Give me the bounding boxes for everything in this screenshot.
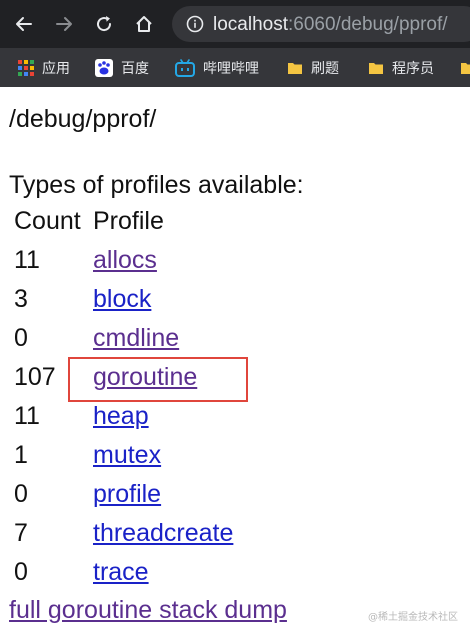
page-path-heading: /debug/pprof/	[9, 105, 157, 133]
bilibili-icon	[175, 58, 195, 77]
profile-link-heap[interactable]: heap	[93, 402, 149, 431]
reload-button[interactable]	[89, 9, 119, 39]
baidu-icon	[95, 58, 113, 77]
apps-grid-icon	[18, 59, 34, 76]
forward-arrow-icon	[56, 17, 72, 31]
profile-count: 11	[14, 246, 40, 274]
profile-count: 0	[14, 480, 28, 508]
page-content: /debug/pprof/ Types of profiles availabl…	[0, 87, 470, 636]
profile-link-threadcreate[interactable]: threadcreate	[93, 519, 233, 548]
bookmark-label: 哔哩哔哩	[203, 59, 259, 76]
bookmark-folder-chengxuyuan[interactable]: 程序员	[368, 48, 434, 87]
url-path: :6060/debug/pprof/	[288, 14, 448, 35]
url-host: localhost	[213, 14, 288, 35]
profile-link-allocs[interactable]: allocs	[93, 246, 157, 275]
bookmark-folder-shuati[interactable]: 刷题	[287, 48, 339, 87]
profile-link-trace[interactable]: trace	[93, 558, 149, 587]
profiles-heading: Types of profiles available:	[9, 171, 304, 199]
url-text: localhost:6060/debug/pprof/	[213, 14, 448, 36]
bookmark-label: 刷题	[311, 59, 339, 76]
profile-count: 11	[14, 402, 40, 430]
browser-toolbar: localhost:6060/debug/pprof/	[0, 0, 470, 48]
bookmark-apps[interactable]: 应用	[18, 48, 70, 87]
profile-link-mutex[interactable]: mutex	[93, 441, 161, 470]
profile-count: 7	[14, 519, 28, 547]
reload-icon	[97, 16, 112, 32]
count-column-header: Count	[14, 207, 81, 235]
back-button[interactable]	[9, 9, 39, 39]
bookmarks-bar: 应用 百度 哔哩哔哩 刷题 程序员	[0, 48, 470, 87]
bookmark-label: 应用	[42, 59, 70, 76]
goroutine-highlight-box	[68, 357, 248, 402]
forward-button[interactable]	[49, 9, 79, 39]
profile-count: 3	[14, 285, 28, 313]
bookmark-folder-overflow[interactable]	[460, 48, 470, 87]
info-icon[interactable]	[186, 15, 204, 33]
bookmark-bilibili[interactable]: 哔哩哔哩	[175, 48, 259, 87]
back-arrow-icon	[16, 17, 32, 31]
profile-count: 0	[14, 324, 28, 352]
profile-column-header: Profile	[93, 207, 164, 235]
folder-icon	[368, 60, 384, 76]
profile-count: 107	[14, 363, 56, 391]
profile-link-profile[interactable]: profile	[93, 480, 161, 509]
bookmark-label: 百度	[121, 59, 149, 76]
profile-count: 1	[14, 441, 28, 469]
home-button[interactable]	[129, 9, 159, 39]
full-goroutine-stack-dump-link[interactable]: full goroutine stack dump	[9, 596, 287, 625]
folder-icon	[287, 60, 303, 76]
profile-link-cmdline[interactable]: cmdline	[93, 324, 179, 353]
profile-count: 0	[14, 558, 28, 586]
watermark: @稀土掘金技术社区	[368, 612, 458, 623]
bookmark-label: 程序员	[392, 59, 434, 76]
bookmark-baidu[interactable]: 百度	[95, 48, 149, 87]
home-icon	[136, 16, 152, 32]
folder-icon	[460, 60, 470, 76]
address-bar[interactable]: localhost:6060/debug/pprof/	[172, 6, 470, 42]
profile-link-block[interactable]: block	[93, 285, 151, 314]
